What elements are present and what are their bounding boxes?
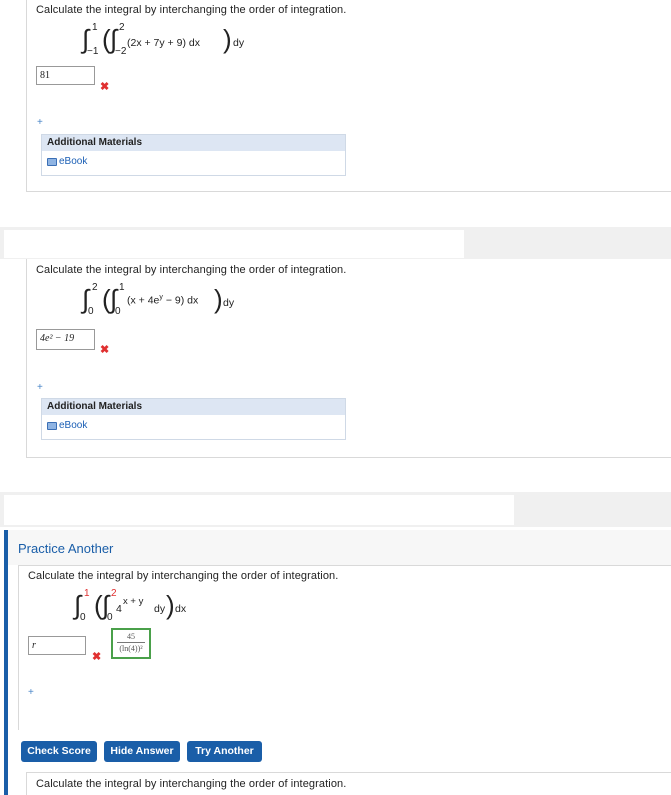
question-1-answer-input[interactable]: 81 [36,66,95,85]
question-2-prompt: Calculate the integral by interchanging … [36,264,347,276]
next-question-prompt: Calculate the integral by interchanging … [36,778,347,790]
separator-band-2-white [4,495,514,525]
question-2-additional-materials: Additional Materials eBook [41,398,346,440]
correct-answer-numerator: 45 [117,632,145,643]
x-mark-icon: ✖ [100,344,110,356]
hide-answer-button[interactable]: Hide Answer [104,741,180,762]
ebook-link[interactable]: eBook [59,420,87,431]
practice-prompt: Calculate the integral by interchanging … [28,570,339,582]
practice-left-bar [4,530,8,795]
practice-answer-input[interactable]: r [28,636,86,655]
practice-title: Practice Another [18,541,114,556]
question-1-prompt: Calculate the integral by interchanging … [36,4,347,16]
question-1-integral: ∫ 1 −1 ( ∫ 2 −2 (2x + 7y + 9) dx ) dy [82,22,245,57]
check-score-button[interactable]: Check Score [21,741,97,762]
x-mark-icon: ✖ [100,81,110,93]
question-2-integral: ∫ 2 0 ( ∫ 1 0 (x + 4ey − 9) dx ) dy [82,282,235,317]
book-icon [47,421,57,430]
correct-answer-box: 45 (ln(4))² [111,628,151,659]
plus-icon[interactable]: + [37,382,43,393]
try-another-button[interactable]: Try Another [187,741,262,762]
additional-materials-heading: Additional Materials [42,399,345,415]
x-mark-icon: ✖ [92,651,102,663]
plus-icon[interactable]: + [28,687,34,698]
correct-answer-denominator: (ln(4))² [119,644,143,653]
additional-materials-heading: Additional Materials [42,135,345,151]
book-icon [47,157,57,166]
ebook-link[interactable]: eBook [59,156,87,167]
question-2-answer-input[interactable]: 4e² − 19 [36,329,95,350]
question-1-additional-materials: Additional Materials eBook [41,134,346,176]
separator-band-1-white [4,230,464,258]
practice-integral: ∫ 1 0 ( ∫ 2 0 4 x + y dy ) dx [74,588,187,623]
plus-icon[interactable]: + [37,117,43,128]
